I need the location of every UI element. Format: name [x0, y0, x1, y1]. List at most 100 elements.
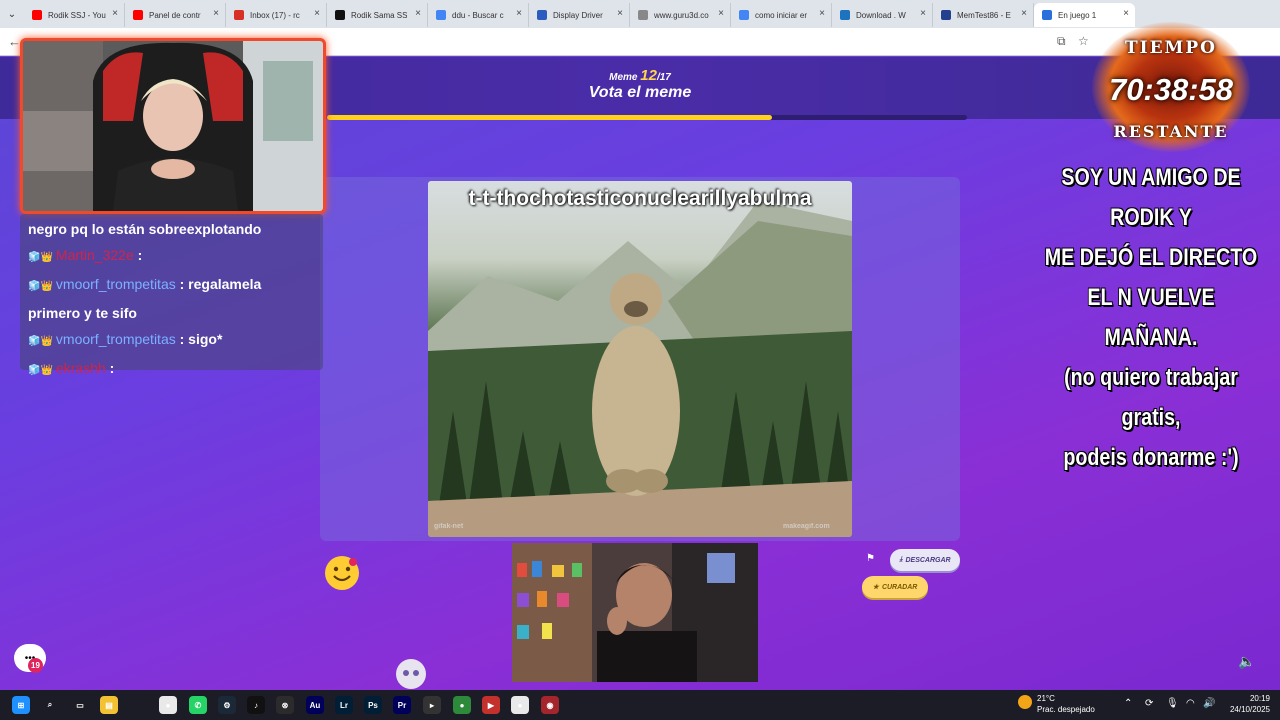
- tab-favicon-icon: [638, 10, 648, 20]
- speaker-icon[interactable]: 🔈: [1238, 653, 1255, 670]
- tab-close-icon[interactable]: ×: [920, 8, 926, 19]
- photoshop-icon[interactable]: Ps: [364, 696, 382, 714]
- meme-image: t-t-thochotasticonuclearillyabulma gifak…: [428, 181, 852, 537]
- round-progress-fill: [327, 115, 772, 120]
- chat-username[interactable]: vmoorf_trompetitas: [56, 276, 176, 292]
- chat-username[interactable]: ekrashh: [56, 360, 106, 376]
- weather-temp: 21°C: [1037, 694, 1055, 703]
- browser-tab[interactable]: www.guru3d.co ×: [630, 3, 731, 27]
- tab-label: Panel de contr: [149, 10, 201, 20]
- timer-label-bottom: RESTANTE: [1113, 122, 1229, 141]
- meme-counter: Meme 12/17: [540, 67, 740, 84]
- flag-icon[interactable]: ⚑: [866, 553, 875, 564]
- install-app-icon[interactable]: ⧉: [1057, 34, 1066, 49]
- file-explorer-icon[interactable]: ▤: [100, 696, 118, 714]
- download-button[interactable]: ⤓ DESCARGAR: [890, 549, 960, 571]
- browser-tab[interactable]: Inbox (17) - rc ×: [226, 3, 327, 27]
- tab-close-icon[interactable]: ×: [819, 8, 825, 19]
- tray-volume-icon[interactable]: 🔊: [1203, 698, 1215, 709]
- chat-username[interactable]: Martin_322e: [56, 247, 134, 263]
- app-red-icon[interactable]: ▶: [482, 696, 500, 714]
- chrome-beta-icon[interactable]: ●: [511, 696, 529, 714]
- tiktok-icon[interactable]: ♪: [247, 696, 265, 714]
- tab-close-icon[interactable]: ×: [718, 8, 724, 19]
- weather-widget[interactable]: 21°C Prac. despejado: [1018, 693, 1095, 715]
- tab-close-icon[interactable]: ×: [1021, 8, 1027, 19]
- tab-favicon-icon: [537, 10, 547, 20]
- tray-chevron-icon[interactable]: ⌃: [1124, 698, 1132, 709]
- chat-badges-icon: 🧊👑: [28, 252, 53, 263]
- tab-close-icon[interactable]: ×: [617, 8, 623, 19]
- reaction-emoji-button[interactable]: [323, 554, 361, 592]
- browser-tab[interactable]: MemTest86 - E ×: [933, 3, 1034, 27]
- chat-message: 🧊👑 ekrashh :: [28, 355, 315, 384]
- chat-text: :: [109, 360, 115, 376]
- chat-badges-icon: 🧊👑: [28, 365, 53, 376]
- steam-icon[interactable]: ⚙: [218, 696, 236, 714]
- tab-search-chevron-icon[interactable]: ⌄: [0, 0, 24, 28]
- chrome-alt-icon[interactable]: ●: [453, 696, 471, 714]
- tray-wifi-icon[interactable]: ◠: [1186, 698, 1195, 709]
- tab-favicon-icon: [941, 10, 951, 20]
- browser-tab[interactable]: En juego 1 ×: [1034, 3, 1135, 27]
- download-label: DESCARGAR: [905, 556, 951, 564]
- windows-start-icon[interactable]: ⊞: [12, 696, 30, 714]
- watermark-left: gifak-net: [434, 523, 464, 530]
- clock-time: 20:19: [1249, 694, 1270, 703]
- tab-close-icon[interactable]: ×: [112, 8, 118, 19]
- tab-label: Inbox (17) - rc: [250, 10, 300, 20]
- meme-counter-total: /17: [656, 72, 671, 83]
- tab-close-icon[interactable]: ×: [516, 8, 522, 19]
- tab-close-icon[interactable]: ×: [213, 8, 219, 19]
- notice-line: podeis donarme :'): [1063, 444, 1239, 471]
- chat-text: negro pq lo están sobreexplotando: [28, 221, 262, 237]
- tab-close-icon[interactable]: ×: [1123, 8, 1129, 19]
- guest-webcam: [512, 543, 758, 682]
- task-view-icon[interactable]: ▭: [71, 696, 89, 714]
- curate-button[interactable]: ★ CURADAR: [862, 576, 928, 598]
- curate-label: CURADAR: [881, 583, 918, 591]
- tab-label: Rodik SSJ - You: [48, 10, 106, 20]
- browser-tab[interactable]: ddu - Buscar c ×: [428, 3, 529, 27]
- taskbar-clock[interactable]: 20:19 24/10/2025: [1222, 693, 1270, 715]
- tab-favicon-icon: [133, 10, 143, 20]
- tab-label: Download . W: [856, 10, 906, 20]
- chat-username[interactable]: vmoorf_trompetitas: [56, 331, 176, 347]
- tray-sync-icon[interactable]: ⟳: [1145, 698, 1153, 709]
- mascot-icon: [396, 659, 426, 689]
- tab-label: MemTest86 - E: [957, 10, 1011, 20]
- stream-timer: TIEMPO 70:38:58 RESTANTE: [1092, 22, 1250, 152]
- premiere-icon[interactable]: Pr: [393, 696, 411, 714]
- chat-text: : sigo*: [179, 331, 223, 347]
- browser-tab[interactable]: como iniciar er ×: [731, 3, 832, 27]
- browser-tab[interactable]: Display Driver ×: [529, 3, 630, 27]
- tray-mic-icon[interactable]: 🎙: [1166, 698, 1179, 709]
- page-title: Vota el meme: [588, 84, 692, 101]
- xbox-icon[interactable]: ⊗: [276, 696, 294, 714]
- tab-close-icon[interactable]: ×: [415, 8, 421, 19]
- browser-tab[interactable]: Download . W ×: [832, 3, 933, 27]
- windows-taskbar: ⊞ ⌕ ▭ ▤ ● ✆ ⚙ ♪ ⊗ Au Lr Ps Pr ▸ ● ▶ ● ◉ 21°C Prac. despej…: [0, 690, 1280, 720]
- bookmark-star-icon[interactable]: ☆: [1078, 34, 1089, 48]
- after-effects-icon[interactable]: Au: [306, 696, 324, 714]
- tab-favicon-icon: [436, 10, 446, 20]
- search-icon[interactable]: ⌕: [41, 696, 59, 714]
- guest-webcam-scene: [512, 543, 758, 682]
- chrome-icon[interactable]: ●: [159, 696, 177, 714]
- terminal-icon[interactable]: ▸: [423, 696, 441, 714]
- whatsapp-icon[interactable]: ✆: [189, 696, 207, 714]
- star-icon: ★: [872, 584, 879, 591]
- tab-strip: Rodik SSJ - You × Panel de contr × Inbox (17…: [24, 1, 1135, 27]
- chat-message: negro pq lo están sobreexplotando: [28, 216, 315, 242]
- smiley-icon: [325, 556, 359, 590]
- tab-close-icon[interactable]: ×: [314, 8, 320, 19]
- lightroom-icon[interactable]: Lr: [335, 696, 353, 714]
- obs-icon[interactable]: ◉: [541, 696, 559, 714]
- tab-favicon-icon: [234, 10, 244, 20]
- tab-favicon-icon: [840, 10, 850, 20]
- chat-badges-icon: 🧊👑: [28, 281, 53, 292]
- browser-tab[interactable]: Rodik Sama SS ×: [327, 3, 428, 27]
- meme-caption: t-t-thochotasticonuclearillyabulma: [468, 187, 812, 210]
- browser-tab[interactable]: Panel de contr ×: [125, 3, 226, 27]
- browser-tab[interactable]: Rodik SSJ - You ×: [24, 3, 125, 27]
